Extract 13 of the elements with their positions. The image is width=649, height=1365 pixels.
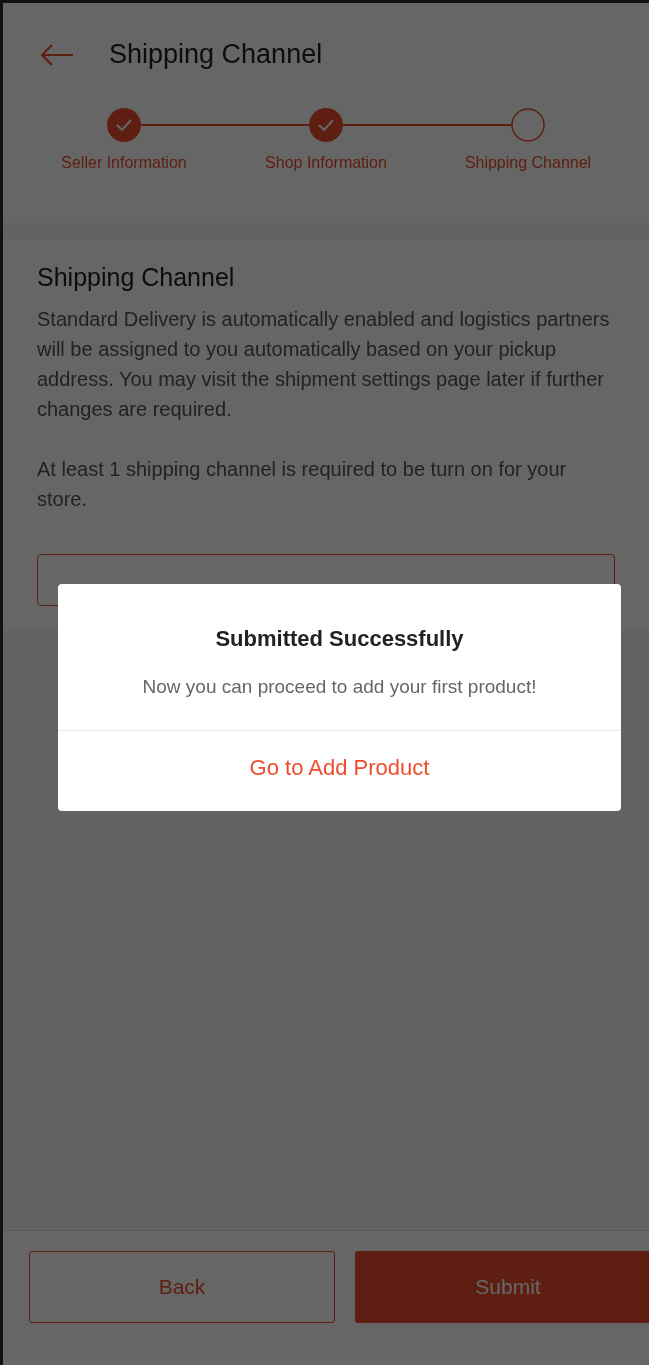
footer-button[interactable]: Submit xyxy=(355,1251,649,1323)
description-text: At least 1 shipping channel is required to be turn on for your store. xyxy=(37,457,568,512)
section-title: Shipping Channel xyxy=(37,263,236,292)
description-text: Standard Delivery is automatically enabled and logistics partners will be assigned to you automatically based on your pickup address. You may visit the shipment settings page later if further changes are required. xyxy=(37,307,611,422)
dialog-message: Now you can proceed to add your first product! xyxy=(142,676,537,698)
footer-button[interactable]: Back xyxy=(29,1251,335,1323)
add-product-button[interactable]: Go to Add Product xyxy=(58,730,621,811)
back-arrow-icon[interactable] xyxy=(39,42,75,67)
step-label: Shipping Channel xyxy=(464,154,592,172)
page-title: Shipping Channel xyxy=(109,39,323,70)
step-label: Shop Information xyxy=(265,154,387,172)
step-label: Seller Information xyxy=(61,154,187,172)
dialog-title: Submitted Successfully xyxy=(215,626,464,652)
